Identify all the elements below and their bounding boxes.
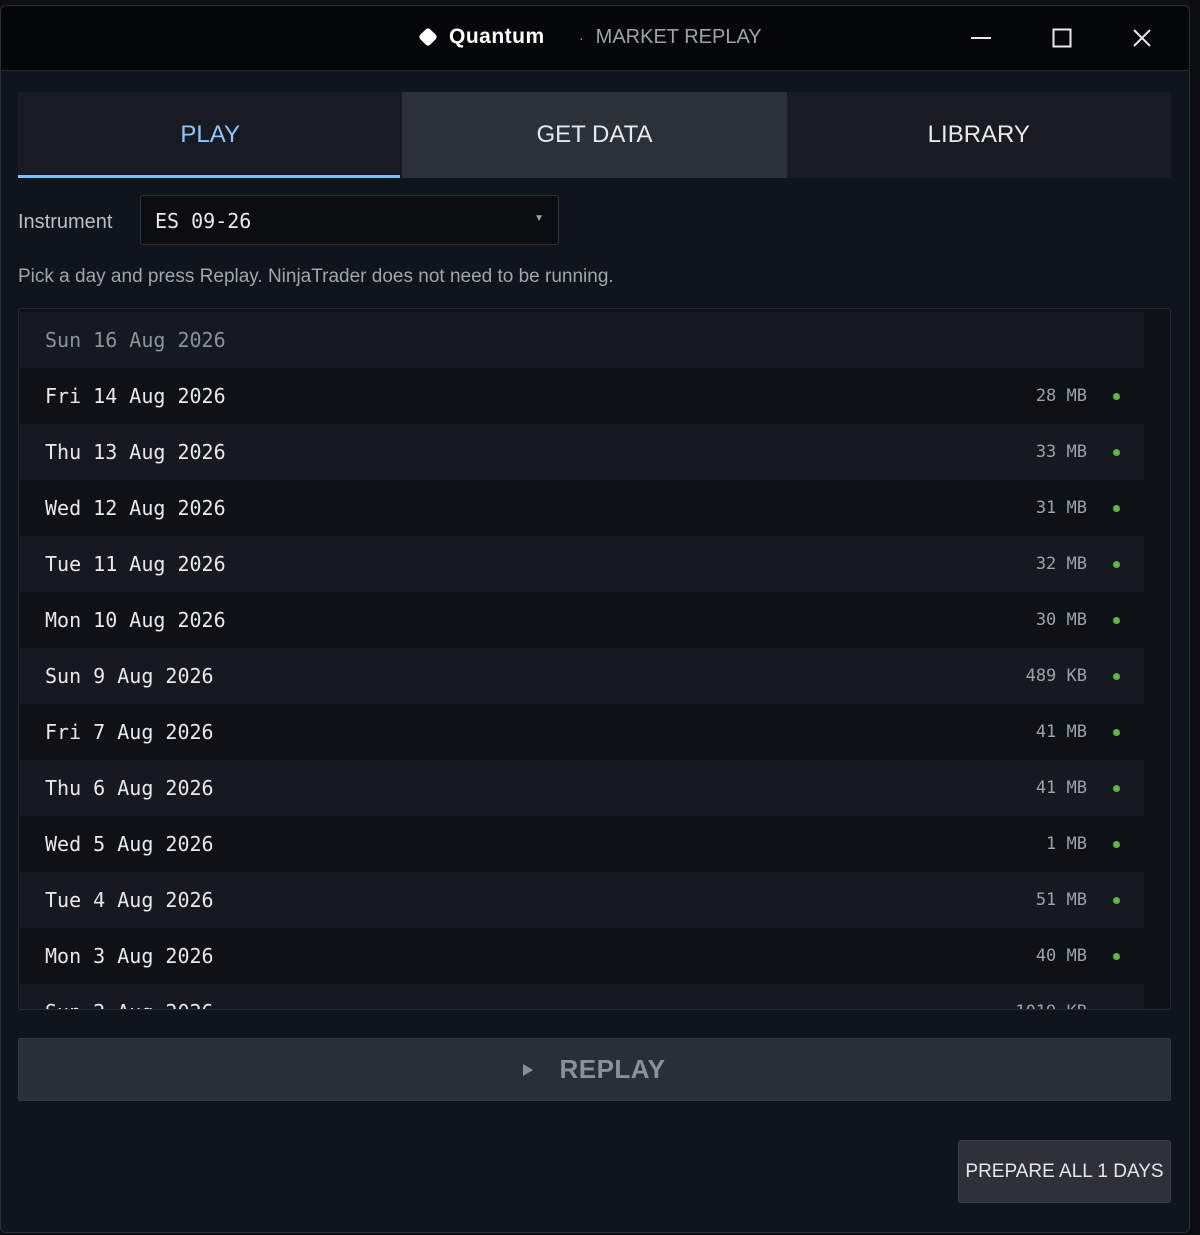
day-row[interactable]: Tue 4 Aug 2026 51 MB [19,872,1144,928]
minimize-icon [971,37,991,39]
day-row[interactable]: Wed 12 Aug 2026 31 MB [19,480,1144,536]
tab-bar: PLAY GET DATA LIBRARY [18,92,1171,178]
maximize-button[interactable] [1040,16,1084,60]
downloaded-status-dot-icon [1113,505,1120,512]
day-date: Thu 6 Aug 2026 [45,776,214,800]
diamond-logo-icon [418,27,438,47]
day-file-size: 30 MB [1035,610,1087,630]
market-replay-window: Quantum · MARKET REPLAY PLAY GET DATA LI… [0,5,1190,1233]
day-date: Fri 7 Aug 2026 [45,720,214,744]
day-date: Mon 10 Aug 2026 [45,608,226,632]
close-icon [1133,29,1151,47]
downloaded-status-dot-icon [1113,561,1120,568]
replay-button-label: REPLAY [559,1054,666,1084]
day-file-size: 51 MB [1035,890,1087,910]
day-date: Mon 3 Aug 2026 [45,944,214,968]
tab-play[interactable]: PLAY [18,92,403,178]
day-file-size: 31 MB [1035,498,1087,518]
day-row[interactable]: Thu 13 Aug 2026 33 MB [19,424,1144,480]
background-app-edge [1190,0,1200,1235]
day-date: Sun 16 Aug 2026 [45,328,226,352]
day-date: Wed 12 Aug 2026 [45,496,226,520]
downloaded-status-dot-icon [1113,953,1120,960]
day-row[interactable]: Fri 14 Aug 2026 28 MB [19,368,1144,424]
day-row[interactable]: Thu 6 Aug 2026 41 MB [19,760,1144,816]
day-row[interactable]: Mon 10 Aug 2026 30 MB [19,592,1144,648]
day-list[interactable]: Sun 16 Aug 2026 Fri 14 Aug 2026 28 MB Thu 1… [18,308,1171,1010]
downloaded-status-dot-icon [1113,729,1120,736]
day-date: Tue 4 Aug 2026 [45,888,214,912]
downloaded-status-dot-icon [1113,897,1120,904]
replay-button[interactable]: REPLAY [18,1038,1171,1101]
day-row[interactable]: Fri 7 Aug 2026 41 MB [19,704,1144,760]
day-file-size: 33 MB [1035,442,1087,462]
downloaded-status-dot-icon [1113,617,1120,624]
tab-library[interactable]: LIBRARY [786,92,1171,178]
day-file-size: 489 KB [1025,666,1087,686]
brand: Quantum [418,25,545,49]
window-subtitle: · MARKET REPLAY [579,26,762,49]
downloaded-status-dot-icon [1113,393,1120,400]
dropdown-arrow-icon: ▼ [534,213,544,224]
instrument-select[interactable]: ES 09-26 ▼ [140,195,559,245]
maximize-icon [1052,28,1072,48]
downloaded-status-dot-icon [1113,449,1120,456]
day-file-size: 32 MB [1035,554,1087,574]
prepare-all-button[interactable]: PREPARE ALL 1 DAYS [958,1140,1171,1203]
day-file-size: 41 MB [1035,778,1087,798]
instrument-value: ES 09-26 [155,209,252,233]
instrument-label: Instrument [18,211,113,233]
downloaded-status-dot-icon [1113,1009,1120,1010]
tab-get-data[interactable]: GET DATA [402,92,787,178]
day-file-size: 28 MB [1035,386,1087,406]
day-row[interactable]: Sun 9 Aug 2026 489 KB [19,648,1144,704]
instructions-text: Pick a day and press Replay. NinjaTrader… [18,266,614,287]
separator-dot-icon: · [579,29,584,46]
downloaded-status-dot-icon [1113,785,1120,792]
day-row[interactable]: Mon 3 Aug 2026 40 MB [19,928,1144,984]
day-date: Fri 14 Aug 2026 [45,384,226,408]
day-date: Wed 5 Aug 2026 [45,832,214,856]
day-file-size: 40 MB [1035,946,1087,966]
play-icon [523,1063,534,1076]
close-button[interactable] [1120,16,1164,60]
day-file-size: 41 MB [1035,722,1087,742]
day-row[interactable]: Tue 11 Aug 2026 32 MB [19,536,1144,592]
day-row[interactable]: Sun 2 Aug 2026 1019 KB [19,984,1144,1010]
day-date: Thu 13 Aug 2026 [45,440,226,464]
day-row[interactable]: Sun 16 Aug 2026 [19,312,1144,368]
day-file-size: 1019 KB [1015,1002,1087,1009]
minimize-button[interactable] [959,16,1003,60]
title-bar[interactable]: Quantum · MARKET REPLAY [1,6,1189,71]
day-row[interactable]: Wed 5 Aug 2026 1 MB [19,816,1144,872]
downloaded-status-dot-icon [1113,841,1120,848]
downloaded-status-dot-icon [1113,673,1120,680]
day-date: Sun 9 Aug 2026 [45,664,214,688]
day-file-size: 1 MB [1046,834,1087,854]
subtitle-text: MARKET REPLAY [595,26,762,48]
brand-name: Quantum [449,25,545,48]
day-date: Tue 11 Aug 2026 [45,552,226,576]
day-date: Sun 2 Aug 2026 [45,1000,214,1009]
